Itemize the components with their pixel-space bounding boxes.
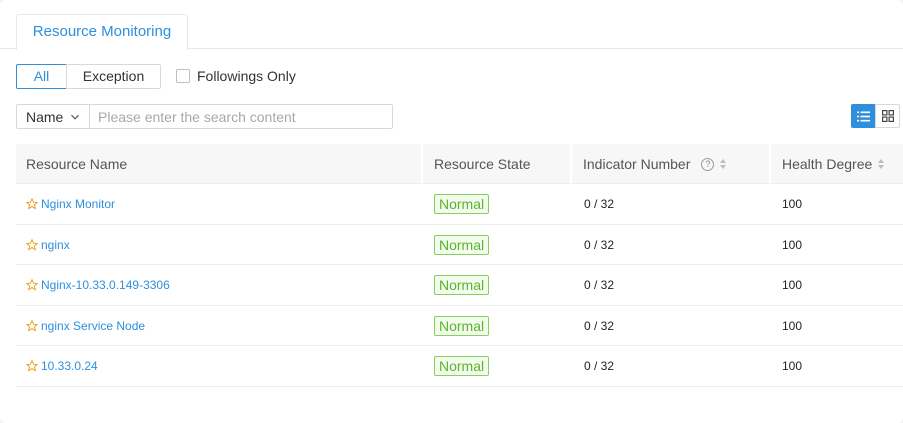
- resource-name-cell: nginx: [16, 225, 70, 265]
- indicator-number-cell: 0 / 32: [584, 278, 615, 292]
- status-badge: Normal: [434, 356, 490, 376]
- indicator-number-cell: 0 / 32: [584, 237, 615, 252]
- star-icon[interactable]: [26, 198, 38, 210]
- resource-name-link[interactable]: Nginx-10.33.0.149-3306: [41, 278, 170, 292]
- sort-icon[interactable]: [878, 159, 885, 169]
- resource-name-cell: 10.33.0.24: [16, 346, 98, 386]
- followings-only-label: Followings Only: [197, 68, 296, 84]
- list-icon: [857, 111, 870, 121]
- indicator-number-cell: 0 / 32: [584, 197, 615, 211]
- sort-icon[interactable]: [720, 159, 727, 169]
- star-icon[interactable]: [26, 238, 38, 251]
- search-bar: Name: [16, 104, 393, 129]
- resource-state-cell: Normal: [434, 306, 490, 346]
- resource-name-link[interactable]: nginx: [41, 238, 70, 252]
- resource-monitoring-panel: Resource Monitoring All Exception Follow…: [0, 0, 903, 423]
- search-field-select[interactable]: Name: [17, 105, 90, 128]
- status-badge: Normal: [434, 315, 490, 336]
- table-row: Nginx-10.33.0.149-3306 Normal 0 / 32 100: [16, 265, 903, 306]
- resource-state-cell: Normal: [434, 184, 490, 224]
- resource-state-cell: Normal: [434, 225, 490, 265]
- health-degree-cell: 100: [782, 359, 803, 373]
- indicator-number-cell: 0 / 32: [584, 359, 615, 373]
- table-row: nginx Service Node Normal 0 / 32 100: [16, 306, 903, 346]
- tab-bar: Resource Monitoring: [0, 14, 903, 50]
- header-indicator-label: Indicator Number: [583, 156, 691, 172]
- resource-name-link[interactable]: 10.33.0.24: [41, 359, 98, 373]
- status-badge: Normal: [434, 275, 490, 295]
- header-health-label: Health Degree: [782, 156, 873, 172]
- resource-name-cell: Nginx-10.33.0.149-3306: [16, 265, 170, 305]
- filter-exception-button[interactable]: Exception: [66, 64, 161, 89]
- resource-name-link[interactable]: nginx Service Node: [41, 319, 145, 333]
- search-field-label: Name: [26, 108, 64, 125]
- star-icon[interactable]: [26, 360, 38, 372]
- health-degree-cell: 100: [782, 197, 803, 211]
- header-health-degree[interactable]: Health Degree: [782, 144, 885, 184]
- filter-all-button[interactable]: All: [16, 64, 67, 89]
- status-badge: Normal: [434, 234, 490, 255]
- followings-only-checkbox[interactable]: [176, 69, 190, 83]
- table-row: Nginx Monitor Normal 0 / 32 100: [16, 184, 903, 225]
- resource-state-cell: Normal: [434, 265, 490, 305]
- table-row: nginx Normal 0 / 32 100: [16, 225, 903, 265]
- view-toggle: [851, 104, 900, 128]
- header-resource-state: Resource State: [434, 156, 531, 172]
- resource-name-cell: nginx Service Node: [16, 306, 145, 346]
- table-row: 10.33.0.24 Normal 0 / 32 100: [16, 346, 903, 387]
- chevron-down-icon: [71, 114, 80, 120]
- tab-resource-monitoring[interactable]: Resource Monitoring: [16, 14, 188, 50]
- resource-table: Resource Name Resource State Indicator N…: [16, 144, 903, 387]
- resource-name-cell: Nginx Monitor: [16, 184, 115, 224]
- health-degree-cell: 100: [782, 237, 803, 252]
- header-indicator-number[interactable]: Indicator Number ?: [583, 144, 727, 184]
- table-header: Resource Name Resource State Indicator N…: [16, 144, 903, 184]
- followings-only-toggle[interactable]: Followings Only: [176, 66, 296, 86]
- resource-name-link[interactable]: Nginx Monitor: [41, 197, 115, 211]
- search-input[interactable]: [90, 105, 392, 128]
- header-resource-name: Resource Name: [26, 156, 128, 172]
- list-view-button[interactable]: [851, 104, 876, 128]
- status-badge: Normal: [434, 194, 490, 214]
- star-icon[interactable]: [26, 279, 38, 291]
- table-body: Nginx Monitor Normal 0 / 32 100 nginx No…: [16, 184, 903, 387]
- indicator-number-cell: 0 / 32: [584, 318, 615, 333]
- star-icon[interactable]: [26, 319, 38, 332]
- help-icon[interactable]: ?: [701, 157, 715, 171]
- resource-state-cell: Normal: [434, 346, 490, 386]
- grid-icon: [881, 110, 894, 122]
- health-degree-cell: 100: [782, 278, 803, 292]
- status-filter: All Exception: [16, 64, 161, 89]
- health-degree-cell: 100: [782, 318, 803, 333]
- grid-view-button[interactable]: [875, 104, 900, 128]
